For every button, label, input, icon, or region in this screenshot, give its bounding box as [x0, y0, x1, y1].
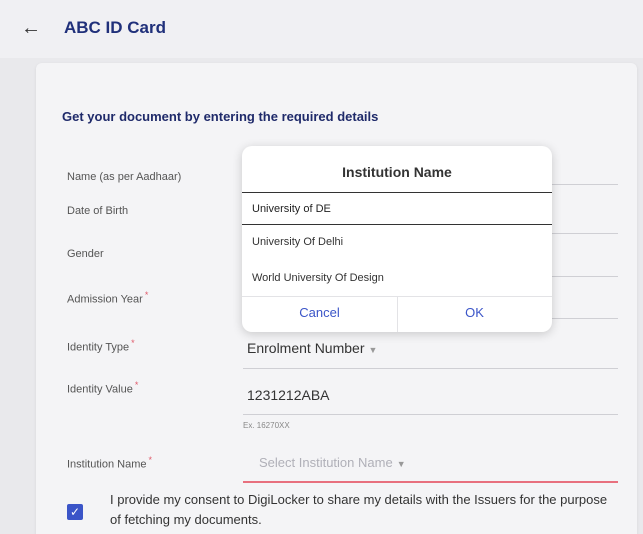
label-identity-type: Identity Type *	[67, 338, 135, 354]
option-world-university-of-design[interactable]: World University Of Design	[252, 272, 384, 284]
ok-button[interactable]: OK	[397, 305, 552, 320]
required-mark: *	[148, 455, 152, 465]
label-name: Name (as per Aadhaar)	[67, 171, 182, 183]
institution-search-input[interactable]	[242, 193, 552, 224]
label-institution-name: Institution Name *	[67, 455, 152, 471]
institution-picker-modal: Institution Name University Of Delhi Wor…	[242, 146, 552, 332]
required-mark: *	[144, 290, 149, 300]
label-gender: Gender	[67, 248, 104, 260]
cancel-button[interactable]: Cancel	[242, 305, 397, 320]
institution-search-box	[242, 192, 552, 225]
label-dob: Date of Birth	[67, 205, 129, 217]
required-mark: *	[134, 380, 139, 390]
identity-value-input[interactable]: 1231212ABA	[247, 387, 330, 403]
checkmark-icon: ✓	[69, 505, 81, 519]
required-mark: *	[131, 338, 135, 348]
chevron-down-icon: ▼	[368, 345, 378, 355]
consent-text: I provide my consent to DigiLocker to sh…	[110, 492, 608, 527]
identity-value-underline	[243, 414, 618, 415]
modal-title: Institution Name	[342, 164, 452, 180]
chevron-down-icon: ▼	[396, 459, 406, 469]
consent-checkbox[interactable]: ✓	[67, 504, 83, 520]
option-university-of-delhi[interactable]: University Of Delhi	[252, 236, 343, 248]
label-identity-value: Identity Value *	[67, 380, 139, 396]
institution-name-error-underline	[243, 481, 618, 483]
top-bar: ← ABC ID Card	[0, 0, 643, 58]
form-heading: Get your document by entering the requir…	[62, 109, 379, 124]
identity-value-hint: Ex. 16270XX	[243, 421, 290, 430]
identity-type-select[interactable]: Enrolment Number ▼	[247, 340, 377, 356]
label-admission-year: Admission Year *	[67, 290, 149, 306]
page-title: ABC ID Card	[64, 18, 167, 37]
identity-type-underline	[243, 368, 618, 369]
back-arrow-icon[interactable]: ←	[21, 18, 43, 40]
institution-name-select[interactable]: Select Institution Name ▼	[259, 455, 406, 470]
